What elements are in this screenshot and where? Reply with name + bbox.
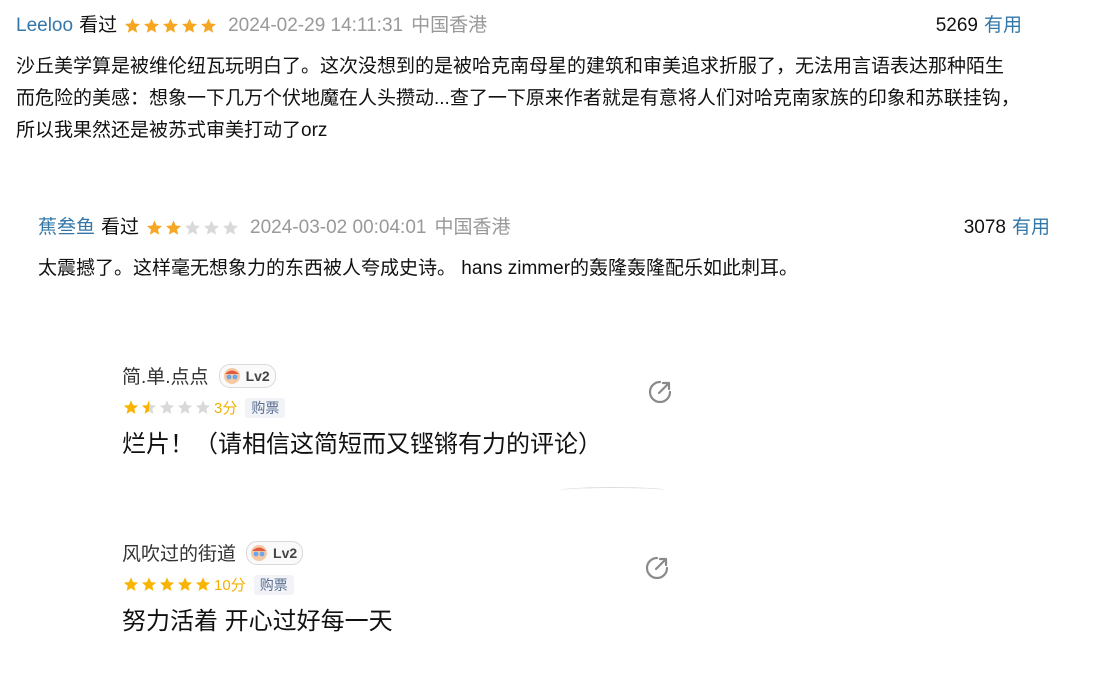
level-badge: Lv2 [218,363,276,388]
review-text: 努力活着 开心过好每一天 [122,608,393,635]
review-header: 简.单.点点 Lv2 [122,362,682,389]
comment-time: 2024-02-29 14:11:31 [228,15,404,36]
star-icon [123,577,139,591]
comment-text: 太震撼了。这样毫无想象力的东西被人夸成史诗。 hans zimmer的轰隆轰隆配… [38,258,799,279]
level-face-icon [251,544,268,561]
star-icon [201,18,217,33]
review-text: 烂片！（请相信这简短而又铿锵有力的评论） [122,431,602,458]
comment-header: 蕉叁鱼 看过 2024-03-02 00:04:01 中国香港 3078 有用 [38,216,1050,240]
level-badge: Lv2 [246,540,304,565]
star-icon [177,400,193,414]
rating-score: 3分 [214,400,238,417]
rating-stars [122,399,212,416]
rating-stars [145,219,240,237]
comment-location: 中国香港 [434,217,511,238]
star-icon [182,18,198,33]
star-icon [166,220,182,235]
star-icon [204,220,220,235]
review-2: 风吹过的街道 Lv2 10分 购票 努力活着 开心过好每一天 [122,539,682,639]
review-rating: 3分 购票 [122,397,682,418]
share-icon[interactable] [644,555,670,581]
vote-count: 5269 [935,15,978,36]
star-icon [147,220,163,235]
username-link[interactable]: 蕉叁鱼 [38,216,95,240]
star-icon [195,400,211,414]
star-icon [223,220,239,235]
star-icon [159,577,175,591]
vote-area: 3078 有用 [964,216,1050,240]
level-face-icon [223,367,240,384]
level-label: Lv2 [245,367,270,384]
star-icon [163,18,179,33]
review-1: 简.单.点点 Lv2 3分 购票 烂片！（请相信这简短而又铿锵有力的评论） [122,362,682,462]
watch-status: 看过 [79,15,118,36]
reviewer-name[interactable]: 风吹过的街道 [122,539,236,566]
share-icon[interactable] [647,379,673,405]
rating-stars [123,17,218,35]
star-icon [125,18,141,33]
purchase-tag: 购票 [253,574,294,595]
comment-text: 沙丘美学算是被维伦纽瓦玩明白了。这次没想到的是被哈克南母星的建筑和审美追求折服了… [16,56,1020,141]
comment-time: 2024-03-02 00:04:01 [250,217,427,238]
vote-area: 5269 有用 [936,14,1022,38]
star-icon [144,18,160,33]
useful-button[interactable]: 有用 [984,14,1022,38]
useful-button[interactable]: 有用 [1012,216,1050,240]
review-rating: 10分 购票 [122,574,682,595]
star-icon [159,400,175,414]
comment-header: Leeloo 看过 2024-02-29 14:11:31 中国香港 5269 … [16,14,1022,38]
review-header: 风吹过的街道 Lv2 [122,539,682,566]
star-icon [141,400,157,414]
star-icon [177,577,193,591]
vote-count: 3078 [963,217,1006,238]
rating-score: 10分 [214,577,246,594]
divider [560,487,666,494]
username-link[interactable]: Leeloo [16,14,73,38]
level-label: Lv2 [273,544,298,561]
comment-2: 蕉叁鱼 看过 2024-03-02 00:04:01 中国香港 3078 有用 … [38,216,1050,285]
reviewer-name[interactable]: 简.单.点点 [122,362,209,389]
star-icon [141,577,157,591]
purchase-tag: 购票 [245,397,286,418]
star-icon [123,400,139,414]
star-icon [195,577,211,591]
rating-stars [122,576,212,593]
star-icon [185,220,201,235]
comment-1: Leeloo 看过 2024-02-29 14:11:31 中国香港 5269 … [16,14,1022,147]
watch-status: 看过 [101,217,140,238]
comment-location: 中国香港 [411,15,488,36]
